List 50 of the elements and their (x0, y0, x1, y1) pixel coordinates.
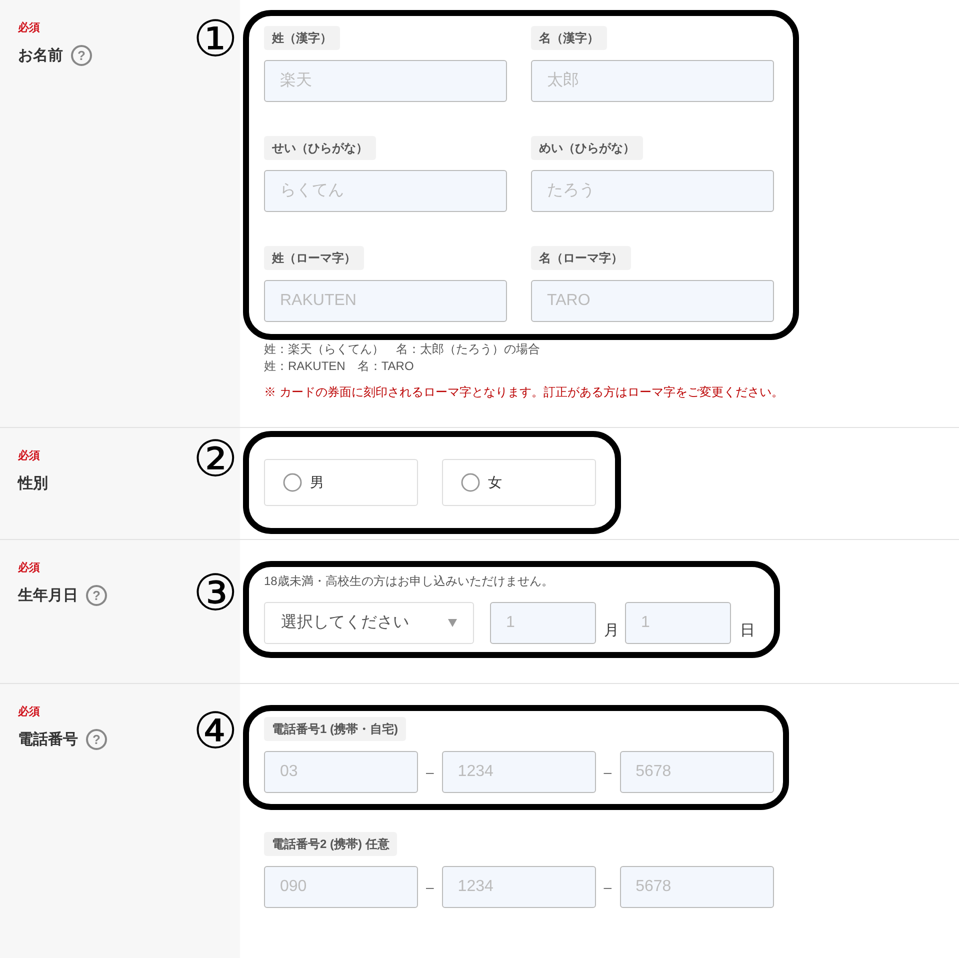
birth-year-select[interactable]: 選択してください (264, 602, 474, 644)
input-field[interactable]: たろう (531, 170, 774, 212)
annotation-number: ② (193, 434, 238, 488)
field-label: 姓（漢字） (264, 26, 340, 50)
input-field[interactable]: TARO (531, 280, 774, 322)
caret-icon (448, 619, 457, 627)
field-label: 生年月日 (18, 586, 78, 606)
separator-text: – (426, 878, 434, 896)
unit-label: 日 (740, 620, 755, 640)
radio-option[interactable]: 女 (442, 459, 596, 506)
unit-label: 月 (604, 620, 619, 640)
field-label: 性別 (18, 474, 48, 494)
field-label: 電話番号2 (携帯) 任意 (264, 832, 398, 856)
annotation-number: ① (193, 14, 238, 68)
input-field[interactable]: 1 (490, 602, 596, 644)
note-text: 姓：RAKUTEN 名：TARO (264, 358, 415, 375)
input-field[interactable]: 1234 (442, 866, 596, 908)
separator-text: – (426, 762, 434, 782)
input-field[interactable]: RAKUTEN (264, 280, 507, 322)
required-label: 必須 (18, 704, 40, 720)
input-field[interactable]: 太郎 (531, 60, 774, 102)
radio-icon[interactable] (461, 473, 480, 492)
radio-icon[interactable] (283, 473, 302, 492)
note-text: 18歳未満・高校生の方はお申し込みいただけません。 (264, 573, 554, 590)
input-field[interactable]: 1234 (442, 751, 596, 793)
input-field[interactable]: 090 (264, 866, 418, 908)
radio-option[interactable]: 男 (264, 459, 418, 506)
input-field[interactable]: 楽天 (264, 60, 507, 102)
field-label: 名（漢字） (531, 26, 607, 50)
annotation-number: ③ (193, 568, 238, 622)
separator-text: – (604, 878, 612, 896)
annotation-number: ④ (193, 706, 238, 760)
input-field[interactable]: 5678 (620, 866, 774, 908)
warning-text: ※ カードの券面に刻印されるローマ字となります。訂正がある方はローマ字をご変更ください。 (264, 384, 784, 401)
required-label: 必須 (18, 20, 40, 36)
input-field[interactable]: らくてん (264, 170, 507, 212)
input-field[interactable]: 03 (264, 751, 418, 793)
field-label: 姓（ローマ字） (264, 246, 364, 270)
field-label: めい（ひらがな） (531, 136, 643, 160)
required-label: 必須 (18, 448, 40, 464)
input-field[interactable]: 5678 (620, 751, 774, 793)
note-text: 姓：楽天（らくてん） 名：太郎（たろう）の場合 (264, 341, 541, 358)
field-label: 電話番号 (18, 730, 78, 750)
separator-text: – (604, 762, 612, 782)
field-label: お名前 (18, 46, 63, 66)
field-label: 名（ローマ字） (531, 246, 631, 270)
field-label: せい（ひらがな） (264, 136, 376, 160)
field-label: 電話番号1 (携帯・自宅) (264, 717, 406, 741)
required-label: 必須 (18, 560, 40, 576)
input-field[interactable]: 1 (625, 602, 731, 644)
